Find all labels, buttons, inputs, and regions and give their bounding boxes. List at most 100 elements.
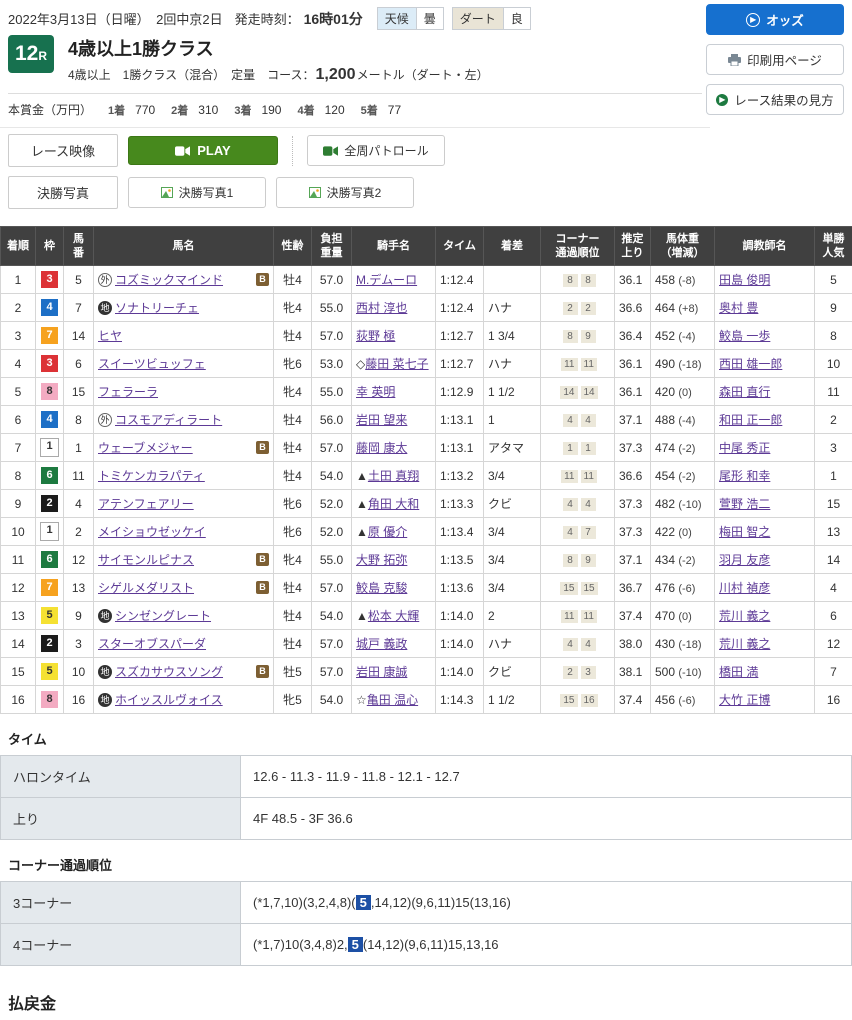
corner-position: 14 bbox=[560, 386, 577, 399]
trainer-link[interactable]: 田島 俊明 bbox=[719, 273, 770, 287]
horse-link[interactable]: アテンフェアリー bbox=[98, 497, 194, 511]
horse-link[interactable]: サイモンルピナス bbox=[98, 553, 194, 567]
trainer-link[interactable]: 奥村 豊 bbox=[719, 301, 758, 315]
finish-photo2-button[interactable]: 決勝写真2 bbox=[276, 177, 414, 208]
horse-link[interactable]: スターオブスパーダ bbox=[98, 637, 206, 651]
trainer-link[interactable]: 荒川 義之 bbox=[719, 609, 770, 623]
result-row: 15 5 10 地スズカサウスソングB 牡5 57.0 岩田 康誠 1:14.0… bbox=[1, 658, 852, 686]
frame-badge: 4 bbox=[41, 411, 58, 428]
trainer-cell: 中尾 秀正 bbox=[715, 434, 815, 462]
trainer-cell: 大竹 正博 bbox=[715, 686, 815, 714]
jockey-link[interactable]: 鮫島 克駿 bbox=[356, 581, 407, 595]
sex-age: 牝6 bbox=[274, 490, 312, 518]
jockey-link[interactable]: 藤岡 康太 bbox=[356, 441, 407, 455]
jockey-link[interactable]: 藤田 菜七子 bbox=[365, 357, 428, 371]
time-cell: 1:14.0 bbox=[436, 658, 484, 686]
jockey-link[interactable]: 亀田 温心 bbox=[367, 693, 418, 707]
horse-link[interactable]: コスモアディラート bbox=[115, 413, 222, 427]
last-3f-time: 38.0 bbox=[615, 630, 651, 658]
print-page-button[interactable]: 印刷用ページ bbox=[706, 44, 844, 75]
finish-position: 5 bbox=[1, 378, 36, 406]
jockey-link[interactable]: 岩田 康誠 bbox=[356, 665, 407, 679]
finish-position: 13 bbox=[1, 602, 36, 630]
corner-position: 11 bbox=[581, 358, 597, 371]
jockey-link[interactable]: 荻野 極 bbox=[356, 329, 395, 343]
trainer-link[interactable]: 西田 雄一郎 bbox=[719, 357, 782, 371]
result-row: 6 4 8 外コスモアディラート 牡4 56.0 岩田 望来 1:13.1 1 … bbox=[1, 406, 852, 434]
jockey-link[interactable]: 大野 拓弥 bbox=[356, 553, 407, 567]
corner-position: 8 bbox=[563, 330, 578, 343]
margin-cell: ハナ bbox=[484, 350, 541, 378]
trainer-link[interactable]: 梅田 智之 bbox=[719, 525, 770, 539]
trainer-link[interactable]: 和田 正一郎 bbox=[719, 413, 782, 427]
horse-link[interactable]: コズミックマインド bbox=[115, 273, 223, 287]
result-row: 9 2 4 アテンフェアリー 牝6 52.0 ▲角田 大和 1:13.3 クビ … bbox=[1, 490, 852, 518]
horse-link[interactable]: メイショウゼッケイ bbox=[98, 525, 206, 539]
carried-weight: 55.0 bbox=[312, 378, 352, 406]
finish-photo1-button[interactable]: 決勝写真1 bbox=[128, 177, 266, 208]
time-row-value: 12.6 - 11.3 - 11.9 - 11.8 - 12.1 - 12.7 bbox=[241, 756, 852, 798]
jockey-link[interactable]: 西村 淳也 bbox=[356, 301, 407, 315]
race-date: 2022年3月13日（日曜） 2回中京2日 bbox=[8, 9, 223, 28]
jockey-link[interactable]: 土田 真翔 bbox=[368, 469, 419, 483]
trainer-link[interactable]: 中尾 秀正 bbox=[719, 441, 770, 455]
jockey-link[interactable]: 原 優介 bbox=[368, 525, 407, 539]
sex-age: 牝4 bbox=[274, 546, 312, 574]
frame-badge: 6 bbox=[41, 467, 58, 484]
horse-link[interactable]: シンゼングレート bbox=[115, 609, 211, 623]
result-guide-button[interactable]: ▶ レース結果の見方 bbox=[706, 84, 844, 115]
trainer-link[interactable]: 尾形 和幸 bbox=[719, 469, 770, 483]
horse-weight: 434 (-2) bbox=[651, 546, 715, 574]
win-popularity: 9 bbox=[815, 294, 852, 322]
corner-row-label: 3コーナー bbox=[1, 882, 241, 924]
patrol-video-button[interactable]: 全周パトロール bbox=[307, 135, 445, 166]
trainer-link[interactable]: 鮫島 一歩 bbox=[719, 329, 770, 343]
sex-age: 牡4 bbox=[274, 574, 312, 602]
horse-link[interactable]: フェラーラ bbox=[98, 385, 158, 399]
horse-link[interactable]: ウェーブメジャー bbox=[98, 441, 193, 455]
corner-positions: 11 bbox=[541, 434, 615, 462]
trainer-link[interactable]: 川村 禎彦 bbox=[719, 581, 770, 595]
prize-item: 4着120 bbox=[297, 103, 344, 117]
horse-link[interactable]: ソナトリーチェ bbox=[115, 301, 199, 315]
horse-weight: 476 (-6) bbox=[651, 574, 715, 602]
trainer-link[interactable]: 萱野 浩二 bbox=[719, 497, 770, 511]
horse-link[interactable]: シゲルメダリスト bbox=[98, 581, 194, 595]
margin-cell: ハナ bbox=[484, 294, 541, 322]
jockey-cell: 岩田 望来 bbox=[352, 406, 436, 434]
horse-link[interactable]: スズカサウスソング bbox=[115, 665, 223, 679]
corner-position: 16 bbox=[581, 694, 598, 707]
jockey-cell: ▲土田 真翔 bbox=[352, 462, 436, 490]
trainer-link[interactable]: 森田 直行 bbox=[719, 385, 770, 399]
horse-link[interactable]: ホイッスルヴォイス bbox=[115, 693, 223, 707]
corner-position: 4 bbox=[581, 498, 596, 511]
jockey-link[interactable]: 幸 英明 bbox=[356, 385, 395, 399]
win-popularity: 3 bbox=[815, 434, 852, 462]
blinker-badge: B bbox=[256, 273, 269, 286]
corner-position: 7 bbox=[581, 526, 596, 539]
jockey-link[interactable]: 松本 大輝 bbox=[368, 609, 419, 623]
jockey-cell: 岩田 康誠 bbox=[352, 658, 436, 686]
trainer-link[interactable]: 橋田 満 bbox=[719, 665, 758, 679]
trainer-link[interactable]: 大竹 正博 bbox=[719, 693, 770, 707]
arrow-circle-icon: ▶ bbox=[716, 94, 728, 106]
result-row: 14 2 3 スターオブスパーダ 牡4 57.0 城戸 義政 1:14.0 ハナ… bbox=[1, 630, 852, 658]
horse-link[interactable]: スイーツビュッフェ bbox=[98, 357, 206, 371]
trainer-link[interactable]: 荒川 義之 bbox=[719, 637, 770, 651]
trainer-link[interactable]: 羽月 友彦 bbox=[719, 553, 770, 567]
race-video-label: レース映像 bbox=[8, 134, 118, 167]
last-3f-time: 37.1 bbox=[615, 406, 651, 434]
horse-link[interactable]: トミケンカラパティ bbox=[98, 469, 205, 483]
prize-item: 5着77 bbox=[361, 103, 401, 117]
jockey-link[interactable]: 城戸 義政 bbox=[356, 637, 407, 651]
jockey-link[interactable]: M.デムーロ bbox=[356, 273, 417, 287]
jockey-link[interactable]: 角田 大和 bbox=[368, 497, 419, 511]
corner-positions: 1111 bbox=[541, 350, 615, 378]
play-video-button[interactable]: PLAY bbox=[128, 136, 278, 165]
odds-button[interactable]: ▶ オッズ bbox=[706, 4, 844, 35]
jockey-link[interactable]: 岩田 望来 bbox=[356, 413, 407, 427]
time-cell: 1:13.4 bbox=[436, 518, 484, 546]
jockey-cell: ▲角田 大和 bbox=[352, 490, 436, 518]
corner-position: 11 bbox=[561, 470, 577, 483]
horse-link[interactable]: ヒヤ bbox=[98, 329, 122, 343]
